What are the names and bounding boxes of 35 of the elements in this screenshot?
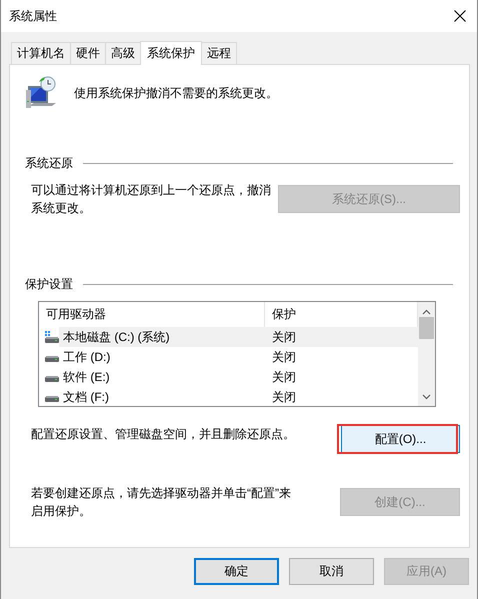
protection-status: 关闭: [271, 328, 297, 346]
drive-row[interactable]: 工作 (D:) 关闭: [39, 347, 418, 367]
scroll-down-icon[interactable]: [422, 394, 431, 400]
group-label: 系统还原: [25, 155, 73, 172]
description: 若要创建还原点，请先选择驱动器并单击“配置”来启用保护。: [31, 485, 292, 520]
drive-icon: [45, 376, 59, 382]
system-drive-icon: [44, 330, 60, 344]
drive-row[interactable]: 软件 (E:) 关闭: [39, 367, 418, 387]
description: 配置还原设置、管理磁盘空间，并且删除还原点。: [31, 426, 296, 443]
window-title: 系统属性: [9, 8, 57, 24]
tab[interactable]: 远程: [201, 42, 237, 64]
tab[interactable]: 系统保护: [140, 41, 202, 65]
intro-text: 使用系统保护撤消不需要的系统更改。: [74, 85, 278, 102]
scrollbar-thumb[interactable]: [419, 317, 434, 339]
drive-name: 文档 (F:): [63, 388, 109, 406]
group-label: 保护设置: [25, 276, 73, 293]
drive-name: 软件 (E:): [63, 368, 110, 386]
drive-row[interactable]: 文档 (F:) 关闭: [39, 387, 418, 406]
scrollbar[interactable]: [418, 302, 435, 406]
protection-status: 关闭: [271, 388, 297, 406]
drive-name: 本地磁盘 (C:) (系统): [63, 328, 170, 346]
close-icon[interactable]: [454, 10, 466, 22]
drive-icon: [45, 356, 59, 362]
column-header[interactable]: 可用驱动器: [39, 302, 265, 327]
protection-status: 关闭: [271, 348, 297, 366]
dialog-button[interactable]: 确定: [194, 558, 279, 585]
drive-name: 工作 (D:): [63, 348, 110, 366]
protection-status: 关闭: [271, 368, 297, 386]
description: 可以通过将计算机还原到上一个还原点，撤消系统更改。: [31, 182, 271, 217]
drive-icon: [45, 396, 59, 402]
tab[interactable]: 计算机名: [11, 42, 71, 64]
scroll-up-icon[interactable]: [422, 309, 431, 315]
computer-restore-icon: [26, 76, 58, 110]
dialog-button[interactable]: 取消: [289, 558, 374, 585]
configure-button[interactable]: 配置(O)...: [341, 425, 460, 453]
